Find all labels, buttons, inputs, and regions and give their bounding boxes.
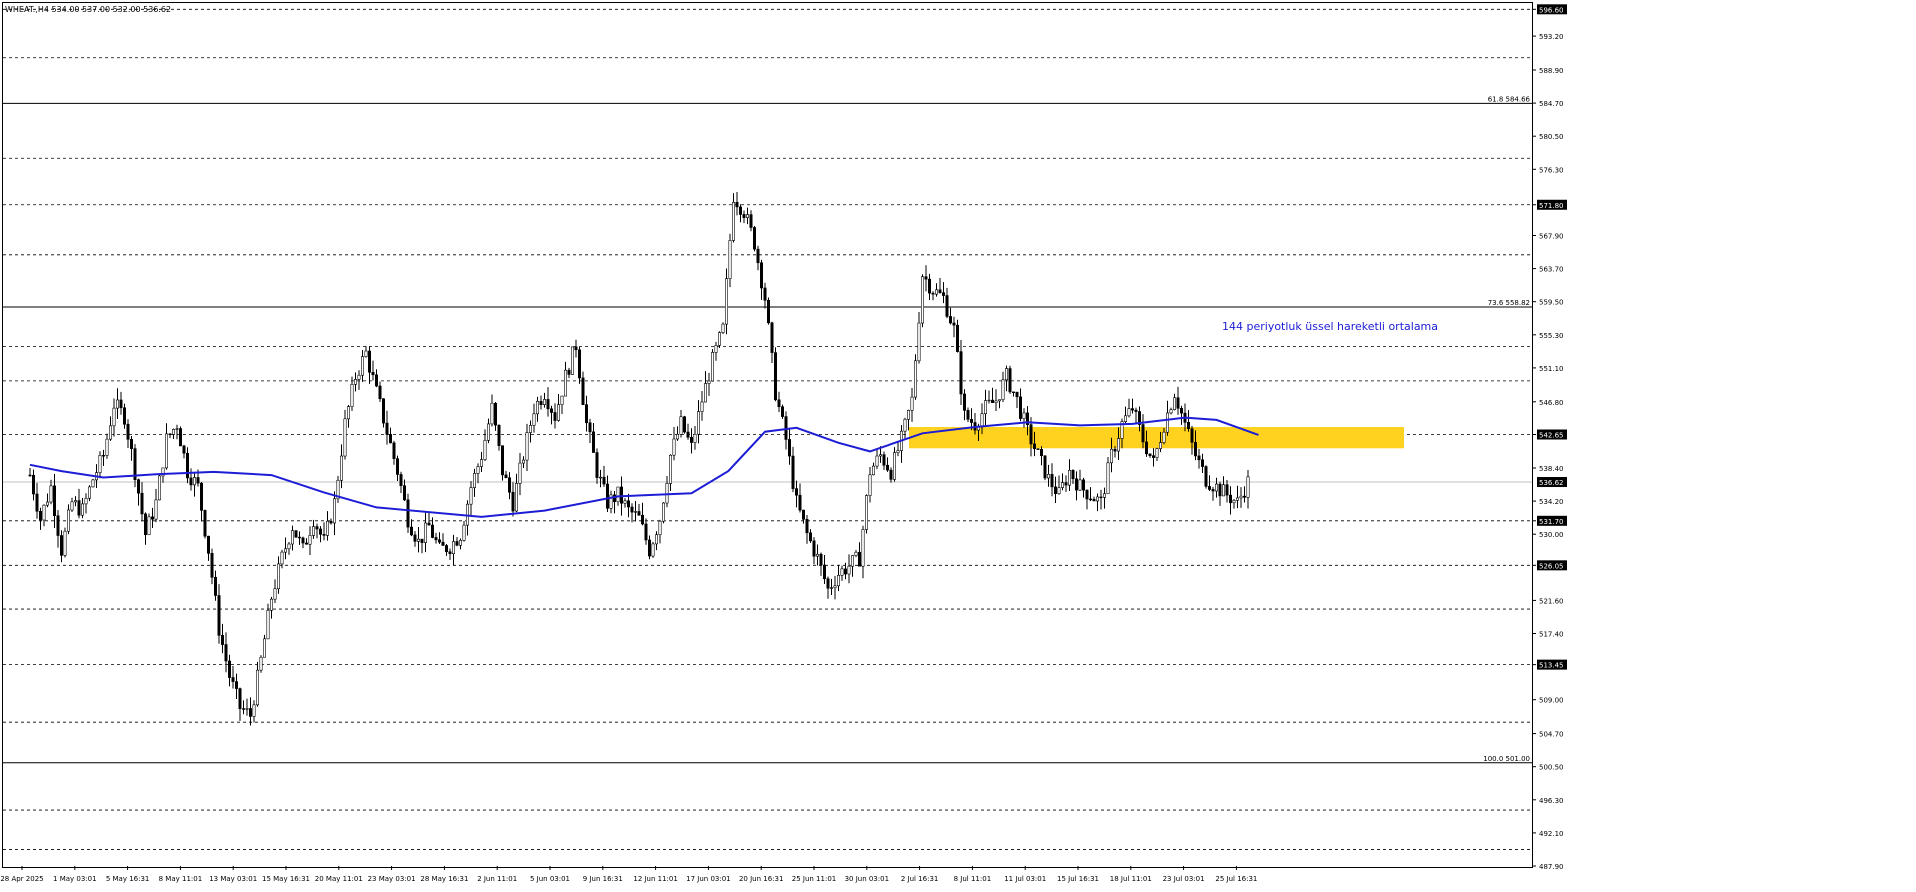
candle[interactable] — [661, 502, 665, 524]
x-tick-label: 12 Jun 11:01 — [633, 875, 677, 883]
x-tick-label: 2 Jun 11:01 — [477, 875, 517, 883]
current-price-label: 536.62 — [1539, 479, 1564, 487]
x-tick-label: 5 May 16:31 — [106, 875, 150, 883]
support-zone[interactable] — [909, 427, 1404, 449]
symbol-info: WHEAT.,H4 534.00 537.00 532.00 536.62 — [5, 5, 171, 14]
y-tick-label: 513.45 — [1539, 662, 1564, 670]
x-tick-label: 15 Jul 16:31 — [1057, 875, 1099, 883]
x-tick-label: 20 Jun 16:31 — [739, 875, 783, 883]
y-tick-label: 551.10 — [1539, 365, 1564, 373]
y-tick-label: 596.60 — [1539, 6, 1564, 14]
x-tick-label: 13 May 03:01 — [209, 875, 257, 883]
x-tick-label: 1 May 03:01 — [53, 875, 97, 883]
x-tick-label: 25 Jul 16:31 — [1215, 875, 1257, 883]
x-tick-label: 28 Apr 2025 — [0, 875, 43, 883]
candle[interactable] — [570, 346, 574, 375]
candle[interactable] — [259, 655, 263, 673]
y-tick-label: 504.70 — [1539, 731, 1564, 739]
candle[interactable] — [717, 331, 721, 349]
fibo-label: 61.8 584.66 — [1488, 95, 1531, 103]
y-tick-label: 576.30 — [1539, 166, 1564, 174]
fibo-label: 73.6 558.82 — [1488, 299, 1530, 307]
y-tick-label: 500.50 — [1539, 764, 1564, 772]
y-tick-label: 546.80 — [1539, 399, 1564, 407]
candle[interactable] — [766, 297, 770, 325]
x-tick-label: 30 Jun 03:01 — [845, 875, 889, 883]
candle[interactable] — [913, 354, 917, 400]
candlestick-chart[interactable]: 61.8 584.66 73.6 558.82 100.0 501.00 596.6… — [0, 0, 1916, 888]
y-tick-label: 534.20 — [1539, 498, 1564, 506]
candle[interactable] — [406, 493, 410, 533]
x-tick-label: 17 Jun 03:01 — [686, 875, 730, 883]
x-tick-label: 20 May 11:01 — [315, 875, 363, 883]
candle[interactable] — [1106, 456, 1110, 495]
y-tick-label: 559.50 — [1539, 299, 1564, 307]
y-tick-label: 521.60 — [1539, 597, 1564, 605]
ema-annotation: 144 periyotluk üssel hareketli ortalama — [1222, 320, 1438, 333]
chart-area[interactable]: 61.8 584.66 73.6 558.82 100.0 501.00 596.6… — [0, 0, 1916, 888]
candle[interactable] — [710, 349, 714, 382]
x-tick-label: 25 Jun 11:01 — [792, 875, 836, 883]
y-tick-label: 487.90 — [1539, 863, 1564, 871]
x-tick-label: 23 Jul 03:01 — [1163, 875, 1205, 883]
x-tick-label: 15 May 16:31 — [262, 875, 310, 883]
candle[interactable] — [381, 398, 385, 428]
x-tick-label: 8 Jul 11:01 — [954, 875, 992, 883]
candle[interactable] — [920, 274, 924, 328]
y-tick-label: 538.40 — [1539, 465, 1564, 473]
candle[interactable] — [1204, 465, 1208, 489]
candle[interactable] — [773, 347, 777, 402]
candle[interactable] — [179, 426, 183, 447]
candle[interactable] — [158, 473, 162, 501]
y-tick-label: 588.90 — [1539, 67, 1564, 75]
candle[interactable] — [752, 226, 756, 252]
x-tick-label: 11 Jul 03:01 — [1004, 875, 1046, 883]
x-tick-label: 18 Jul 11:01 — [1110, 875, 1152, 883]
y-tick-label: 517.40 — [1539, 631, 1564, 639]
y-tick-label: 492.10 — [1539, 830, 1564, 838]
candle[interactable] — [91, 478, 95, 488]
candle[interactable] — [63, 527, 67, 558]
y-tick-label: 555.30 — [1539, 332, 1564, 340]
candle[interactable] — [1043, 455, 1047, 481]
x-tick-label: 2 Jul 16:31 — [901, 875, 939, 883]
candle[interactable] — [147, 513, 151, 536]
y-tick-label: 571.80 — [1539, 202, 1564, 210]
candle[interactable] — [651, 541, 655, 558]
y-tick-label: 496.30 — [1539, 797, 1564, 805]
candle[interactable] — [780, 404, 784, 419]
candle[interactable] — [1036, 448, 1040, 450]
y-tick-label: 542.65 — [1539, 432, 1564, 440]
y-tick-label: 584.70 — [1539, 100, 1564, 108]
y-tick-label: 530.00 — [1539, 531, 1564, 539]
x-tick-label: 28 May 16:31 — [420, 875, 468, 883]
candle[interactable] — [682, 415, 686, 434]
y-tick-label: 531.70 — [1539, 518, 1564, 526]
x-tick-label: 9 Jun 16:31 — [583, 875, 623, 883]
x-tick-label: 5 Jun 03:01 — [530, 875, 570, 883]
fibo-label: 100.0 501.00 — [1483, 755, 1530, 763]
candle[interactable] — [203, 509, 207, 539]
y-tick-label: 563.70 — [1539, 266, 1564, 274]
candle[interactable] — [864, 494, 868, 534]
x-tick-label: 23 May 03:01 — [368, 875, 416, 883]
y-tick-label: 509.00 — [1539, 697, 1564, 705]
y-tick-label: 567.90 — [1539, 232, 1564, 240]
candle[interactable] — [1008, 365, 1012, 394]
candle[interactable] — [721, 322, 725, 335]
y-tick-label: 526.05 — [1539, 562, 1564, 570]
candle[interactable] — [294, 530, 298, 538]
y-tick-label: 580.50 — [1539, 133, 1564, 141]
y-tick-label: 593.20 — [1539, 33, 1564, 41]
x-tick-label: 8 May 11:01 — [159, 875, 203, 883]
